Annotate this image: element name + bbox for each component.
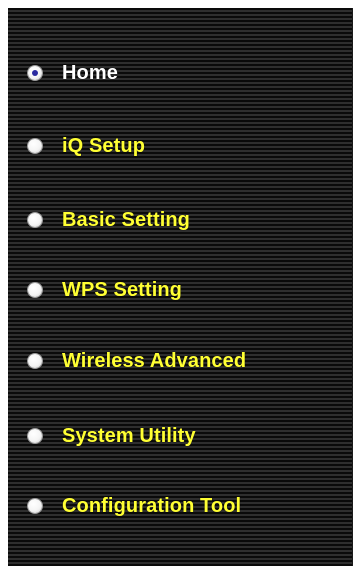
menu-item-home[interactable]: Home [28, 59, 118, 87]
menu-item-label: iQ Setup [62, 134, 146, 157]
menu-item-label: Configuration Tool [62, 494, 242, 517]
radio-icon [28, 354, 42, 368]
menu-item-label: System Utility [62, 424, 196, 447]
radio-icon [28, 283, 42, 297]
menu-item-configuration-tool[interactable]: Configuration Tool [28, 492, 241, 520]
menu-item-wps-setting[interactable]: WPS Setting [28, 276, 182, 304]
radio-icon [28, 499, 42, 513]
radio-selected-icon [28, 66, 42, 80]
radio-icon [28, 213, 42, 227]
menu-item-wireless-advanced[interactable]: Wireless Advanced [28, 347, 246, 375]
menu-item-label: Wireless Advanced [62, 349, 247, 372]
menu-item-label: Home [62, 61, 118, 84]
radio-icon [28, 139, 42, 153]
radio-icon [28, 429, 42, 443]
menu-item-label: Basic Setting [62, 208, 190, 231]
main-menu: Home iQ Setup Basic Setting WPS Setting … [8, 8, 352, 566]
menu-item-system-utility[interactable]: System Utility [28, 422, 196, 450]
menu-item-label: WPS Setting [62, 278, 182, 301]
menu-item-iq-setup[interactable]: iQ Setup [28, 132, 145, 160]
menu-item-basic-setting[interactable]: Basic Setting [28, 206, 190, 234]
navigation-panel: Home iQ Setup Basic Setting WPS Setting … [8, 8, 353, 566]
